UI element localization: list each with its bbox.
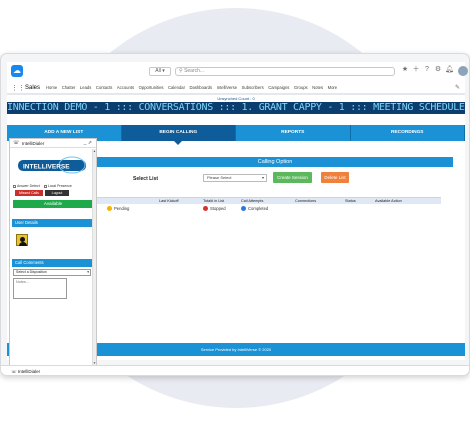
user-avatar-icon [16,234,28,246]
nav-item-accounts[interactable]: Accounts [117,85,134,90]
nav-item-more[interactable]: More [328,85,338,90]
phone-icon: ☏ [11,369,18,374]
chevron-down-icon: ▾ [261,175,264,180]
available-status-button[interactable]: Available [13,200,93,208]
search-placeholder: Search... [184,68,205,74]
calling-option-header: Calling Option [97,157,453,167]
create-session-button[interactable]: Create Session [273,172,312,183]
nav-item-dashboards[interactable]: Dashboards [190,85,213,90]
global-header-icons: ★ ＋ ? ⚙ 🔔︎ [401,66,468,76]
nav-item-notes[interactable]: Notes [312,85,323,90]
global-header: ☁ All ▾ ⚲ Search... ★ ＋ ? ⚙ 🔔︎ [7,62,468,82]
search-scope-dropdown[interactable]: All ▾ [149,67,171,76]
disposition-value: Select a Disposition [16,270,47,274]
dialer-options: Answer Detect Local Presence [13,184,72,188]
nav-item-groups[interactable]: Groups [294,85,308,90]
help-icon[interactable]: ? [423,66,431,74]
call-comments-header: Call Comments [12,259,94,267]
panel-minimize-popout-icon[interactable]: _ ⇗ [84,139,92,148]
bell-icon[interactable]: 🔔︎ [445,66,454,74]
legend-pending: Pending [97,204,159,214]
panel-scrollbar[interactable]: ▲ ▼ [92,149,96,365]
notes-placeholder: Notes... [16,280,30,284]
nav-item-opportunities[interactable]: Opportunities [139,85,164,90]
user-details-header: User Details [12,219,94,227]
salesforce-logo-icon[interactable]: ☁ [11,65,23,77]
utility-item-label: IntelliDialer [17,369,41,374]
utility-item-intellidialer[interactable]: ☏ IntelliDialer [11,366,41,375]
calling-option-panel: Calling Option Select List Please Select… [97,157,453,235]
delete-list-button[interactable]: Delete List [321,172,349,183]
legend-completed: Completed [241,204,295,214]
nav-item-intelliverse[interactable]: IntelliVerse [217,85,237,90]
local-presence-label: Local Presence [47,184,72,188]
browser-window: ☁ All ▾ ⚲ Search... ★ ＋ ? ⚙ 🔔︎ ⋮⋮ Sales … [0,53,470,376]
call-list-table: Last Kickoff Total# in List Call Attempt… [97,197,441,214]
answer-detect-checkbox[interactable] [13,184,16,188]
legend-pending-label: Pending [114,206,130,211]
local-presence-checkbox[interactable] [43,184,47,188]
unsynced-count: Unsynched Count : 0 [217,96,255,101]
global-search-input[interactable]: ⚲ Search... [175,67,395,76]
notes-textarea[interactable]: Notes... [13,278,67,299]
legend-completed-label: Completed [248,206,269,211]
utility-bar: ☏ IntelliDialer [1,365,469,375]
tab-begin-calling[interactable]: BEGIN CALLING [121,125,236,145]
select-list-dropdown[interactable]: Please Select ▾ [203,174,267,182]
edit-nav-pencil-icon[interactable]: ✎ [455,84,460,91]
col-available-action: Available Action [375,199,402,203]
add-icon[interactable]: ＋ [412,66,420,74]
stopped-dot-icon [203,206,208,212]
search-scope-label: All [155,68,161,74]
pending-dot-icon [107,206,112,212]
scroll-up-icon[interactable]: ▲ [93,149,96,153]
app-nav-bar: ⋮⋮ Sales Home Chatter Leads Contacts Acc… [7,82,465,95]
tab-recordings[interactable]: RECORDINGS [351,125,465,141]
dialer-panel-header: ☏ IntelliDialer _ ⇗ [10,139,96,148]
nav-item-contacts[interactable]: Contacts [96,85,113,90]
user-avatar[interactable] [458,66,468,76]
select-list-value: Please Select [207,175,232,180]
col-connections: Connections [295,199,317,203]
app-launcher-icon[interactable]: ⋮⋮ [11,84,25,92]
phone-icon: ☏ [13,140,20,146]
intelliverse-logo: INTELLIVERSE [18,156,86,174]
missed-calls-button[interactable]: Missed Calls [15,190,43,196]
nav-item-home[interactable]: Home [46,85,57,90]
disposition-select[interactable]: Select a Disposition ▾ [13,269,91,276]
status-legend-row: Pending Stopped Completed [97,204,441,214]
col-status: Status [345,199,356,203]
legend-stopped: Stopped [203,204,241,214]
tab-reports[interactable]: REPORTS [236,125,351,141]
intellidialer-panel: ☏ IntelliDialer _ ⇗ INTELLIVERSE Answer … [9,138,97,366]
legend-stopped-label: Stopped [210,206,226,211]
favorites-icon[interactable]: ★ [401,66,409,74]
app-name: Sales [25,84,41,91]
status-ticker: INNECTION DEMO - 1 ::: CONVERSATIONS :::… [7,102,465,114]
nav-item-leads[interactable]: Leads [80,85,91,90]
answer-detect-label: Answer Detect [17,184,40,188]
gear-icon[interactable]: ⚙ [434,66,442,74]
chevron-down-icon: ▾ [87,270,89,274]
logout-button[interactable]: Logout [45,190,69,196]
nav-item-campaigns[interactable]: Campaigns [268,85,289,90]
nav-item-calendar[interactable]: Calendar [168,85,185,90]
nav-item-chatter[interactable]: Chatter [62,85,76,90]
nav-item-subscribers[interactable]: Subscribers [242,85,264,90]
completed-dot-icon [241,206,246,212]
select-list-label: Select List [133,176,159,182]
table-header-row: Last Kickoff Total# in List Call Attempt… [97,197,441,204]
svg-text:INTELLIVERSE: INTELLIVERSE [23,164,70,171]
dialer-title: IntelliDialer [22,141,45,146]
